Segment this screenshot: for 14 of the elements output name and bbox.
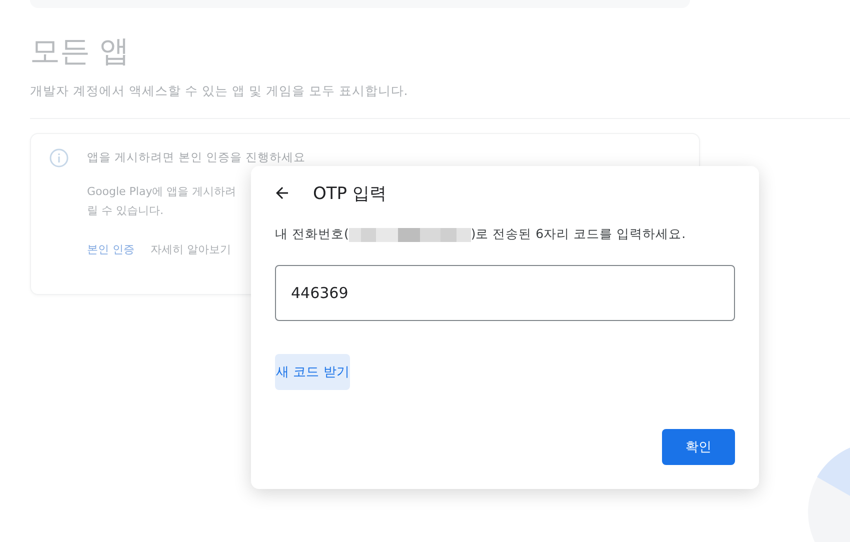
dialog-title: OTP 입력: [313, 182, 386, 204]
notice-link[interactable]: 본인 인증: [87, 242, 134, 257]
confirm-button[interactable]: 확인: [662, 429, 735, 465]
info-icon: [49, 148, 69, 168]
instruction-text: 내 전화번호(: [275, 226, 349, 243]
instruction-text: )로 전송된 6자리 코드를 입력하세요.: [470, 226, 686, 243]
otp-input-field[interactable]: 446369: [275, 265, 735, 321]
notice-text: Google Play에 앱을 게시하려: [87, 184, 236, 200]
page-subtitle: 개발자 계정에서 액세스할 수 있는 앱 및 게임을 모두 표시합니다.: [30, 82, 409, 100]
notice-link[interactable]: 자세히 알아보기: [150, 242, 231, 257]
page-title: 모든 앱: [30, 33, 131, 71]
notice-text: 릴 수 있습니다.: [87, 203, 164, 219]
notice-title: 앱을 게시하려면 본인 인증을 진행하세요: [87, 149, 306, 166]
resend-code-button[interactable]: 새 코드 받기: [275, 354, 350, 390]
